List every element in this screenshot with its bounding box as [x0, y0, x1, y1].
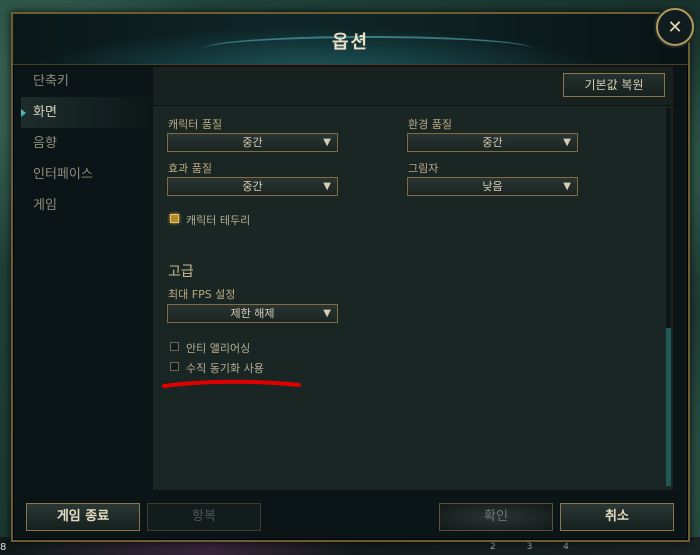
chevron-down-icon: ▼: [323, 137, 331, 148]
chevron-down-icon: ▼: [323, 308, 331, 319]
fps-cap-dropdown[interactable]: 제한 해제 ▼: [167, 304, 338, 323]
restore-defaults-button[interactable]: 기본값 복원: [563, 73, 665, 97]
sidebar-item-label: 화면: [33, 105, 57, 120]
hud-mini-numbers: 2 3 4: [490, 542, 583, 552]
red-annotation-underline: [162, 379, 301, 388]
close-icon: ✕: [667, 16, 683, 38]
effects-quality-dropdown[interactable]: 중간 ▼: [167, 177, 338, 196]
character-quality-label: 캐릭터 품질: [168, 118, 223, 131]
anti-aliasing-label: 안티 앨리어싱: [186, 342, 251, 355]
dropdown-value: 중간: [242, 180, 263, 193]
dropdown-value: 중간: [242, 136, 263, 149]
panel-header: 기본값 복원: [153, 67, 673, 106]
window-title: 옵션: [331, 32, 370, 53]
surrender-button[interactable]: 항복: [147, 503, 261, 531]
vsync-label: 수직 동기화 사용: [186, 362, 264, 375]
sidebar-item-label: 인터페이스: [33, 167, 93, 182]
dropdown-value: 중간: [482, 136, 503, 149]
title-bar: 옵션: [13, 14, 688, 65]
dropdown-value: 제한 해제: [230, 307, 275, 320]
vsync-checkbox[interactable]: [170, 362, 179, 371]
sidebar-item-interface[interactable]: 인터페이스: [21, 159, 151, 190]
environment-quality-label: 환경 품질: [408, 118, 452, 131]
shadows-label: 그림자: [408, 162, 439, 175]
sidebar-item-game[interactable]: 게임: [21, 190, 151, 221]
chevron-down-icon: ▼: [323, 181, 331, 192]
anti-aliasing-checkbox[interactable]: [170, 342, 179, 351]
sidebar-item-label: 단축키: [33, 74, 69, 89]
sidebar-item-sound[interactable]: 음향: [21, 128, 151, 159]
options-sidebar: 단축키 화면 음향 인터페이스 게임: [21, 66, 151, 221]
character-quality-dropdown[interactable]: 중간 ▼: [167, 133, 338, 152]
cancel-button[interactable]: 취소: [560, 503, 674, 531]
chevron-down-icon: ▼: [563, 181, 571, 192]
scrollbar[interactable]: [666, 108, 671, 486]
sidebar-item-hotkeys[interactable]: 단축키: [21, 66, 151, 97]
advanced-section-title: 고급: [168, 264, 194, 280]
character-outline-label: 캐릭터 테두리: [186, 214, 251, 227]
shadows-dropdown[interactable]: 낮음 ▼: [407, 177, 578, 196]
fps-cap-label: 최대 FPS 설정: [168, 288, 236, 301]
sidebar-item-label: 게임: [33, 198, 57, 213]
environment-quality-dropdown[interactable]: 중간 ▼: [407, 133, 578, 152]
chevron-down-icon: ▼: [563, 137, 571, 148]
sidebar-item-video[interactable]: 화면: [21, 97, 151, 128]
confirm-button[interactable]: 확인: [439, 503, 553, 531]
character-outline-checkbox[interactable]: [170, 214, 179, 223]
dropdown-value: 낮음: [482, 180, 503, 193]
hud-corner-number: 8: [0, 542, 7, 553]
effects-quality-label: 효과 품질: [168, 162, 212, 175]
scrollbar-thumb[interactable]: [666, 328, 671, 486]
close-button[interactable]: ✕: [656, 8, 694, 46]
quit-game-button[interactable]: 게임 종료: [26, 503, 140, 531]
sidebar-item-label: 음향: [33, 136, 57, 151]
